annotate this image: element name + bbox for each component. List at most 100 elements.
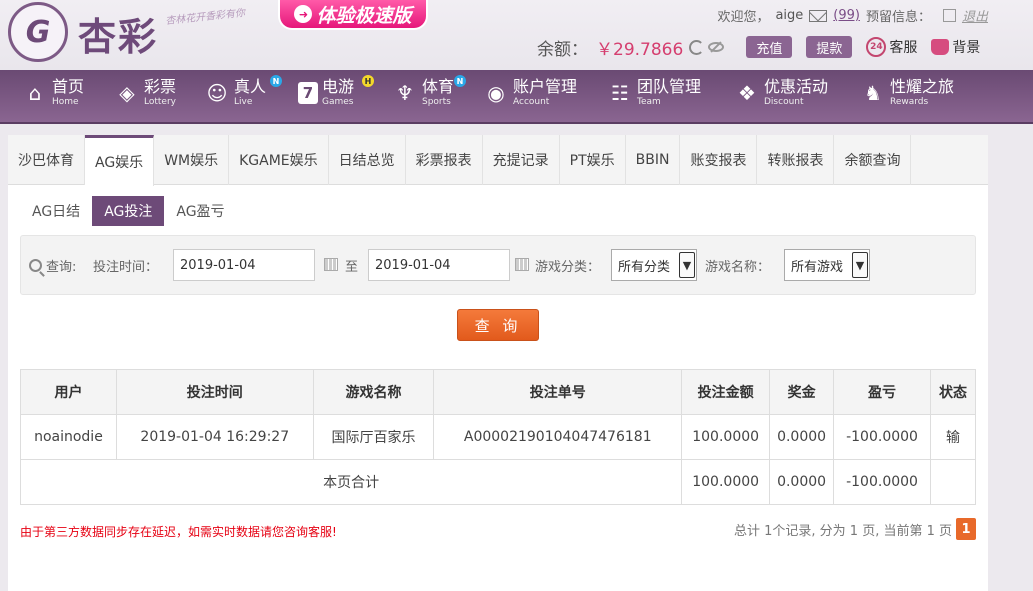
search-icon	[29, 258, 42, 272]
deposit-button[interactable]: 充值	[746, 36, 793, 58]
slot-icon: 7	[298, 82, 318, 104]
tab-daily-overview[interactable]: 日结总览	[329, 135, 406, 185]
filter-bar: 查询: 投注时间： 至 游戏分类： 所有分类 ▼ 游戏名称： 所有游戏 ▼	[20, 235, 976, 295]
tab-lottery-report[interactable]: 彩票报表	[406, 135, 483, 185]
edit-icon[interactable]	[942, 9, 956, 22]
col-game-name: 游戏名称	[312, 369, 435, 415]
nav-sub-label: Rewards	[890, 97, 929, 107]
site-header: G 杏彩 杏林花开香彩有你 ➜ 体验极速版 欢迎您， aige (99) 预留信…	[0, 0, 1033, 70]
speed-version-button[interactable]: ➜ 体验极速版	[278, 0, 428, 30]
tab-transfer-report[interactable]: 转账报表	[757, 135, 835, 185]
rewards-icon: ♞	[864, 81, 882, 105]
cell-bet-amount: 100.0000	[681, 414, 771, 460]
withdraw-button[interactable]: 提款	[806, 36, 853, 58]
query-label-group: 查询:	[29, 249, 76, 281]
category-select[interactable]: 所有分类 ▼	[611, 249, 697, 281]
category-select-value: 所有分类	[618, 259, 671, 275]
person-icon: ☺	[206, 81, 228, 105]
chevron-down-icon: ▼	[679, 252, 695, 278]
speed-version-label: 体验极速版	[316, 4, 412, 27]
hide-balance-icon[interactable]	[708, 42, 725, 52]
game-select[interactable]: 所有游戏 ▼	[784, 249, 870, 281]
pagination-summary: 总计 1个记录, 分为 1 页, 当前第 1 页	[733, 523, 952, 539]
ticket-icon: ◈	[119, 81, 135, 105]
speed-icon: ➜	[294, 5, 313, 23]
query-button[interactable]: 查 询	[457, 309, 539, 341]
chevron-down-icon: ▼	[852, 252, 868, 278]
col-status: 状态	[930, 369, 976, 415]
tab-account-change-report[interactable]: 账变报表	[680, 135, 758, 185]
background-link[interactable]: 背景	[931, 37, 980, 57]
cell-user: noainodie	[20, 414, 117, 460]
nav-label: 真人	[234, 77, 267, 96]
ag-subtabs: AG日结 AG投注 AG盈亏	[20, 196, 237, 226]
query-label: 查询:	[46, 259, 77, 275]
tab-balance-query[interactable]: 余额查询	[834, 135, 912, 185]
balance-value: ￥29.7866	[596, 39, 684, 60]
subtab-ag-bets[interactable]: AG投注	[92, 196, 165, 226]
hot-badge: H	[362, 75, 374, 87]
table-header-row: 用户 投注时间 游戏名称 投注单号 投注金额 奖金 盈亏 状态	[20, 369, 976, 415]
subtotal-profit: -100.0000	[833, 459, 931, 505]
content-panel: 沙巴体育 AG娱乐 WM娱乐 KGAME娱乐 日结总览 彩票报表 充提记录 PT…	[8, 135, 988, 591]
tab-deposit-withdraw-records[interactable]: 充提记录	[483, 135, 560, 185]
tab-saba-sports[interactable]: 沙巴体育	[8, 135, 85, 185]
nav-label: 性耀之旅	[890, 77, 955, 96]
nav-label: 电游	[322, 77, 355, 96]
nav-sub-label: Live	[234, 97, 253, 107]
logo-text[interactable]: 杏彩	[78, 6, 158, 61]
background-label: 背景	[952, 40, 981, 56]
logout-link[interactable]: 退出	[962, 6, 988, 25]
subtab-ag-daily[interactable]: AG日结	[20, 196, 92, 226]
nav-games[interactable]: 7 电游 Games H	[298, 75, 374, 107]
nav-sub-label: Account	[513, 97, 550, 107]
logo-mark-icon[interactable]: G	[8, 2, 68, 62]
tab-kgame-entertainment[interactable]: KGAME娱乐	[229, 135, 329, 185]
welcome-label: 欢迎您，	[717, 10, 770, 25]
subtotal-bonus: 0.0000	[769, 459, 835, 505]
bet-records-table: 用户 投注时间 游戏名称 投注单号 投注金额 奖金 盈亏 状态 noainodi…	[19, 369, 976, 505]
category-label: 游戏分类：	[535, 259, 601, 275]
bet-time-label: 投注时间：	[93, 259, 159, 275]
alert-label: 预留信息：	[865, 10, 931, 25]
refresh-icon[interactable]	[689, 39, 705, 55]
to-label: 至	[345, 259, 359, 275]
tab-wm-entertainment[interactable]: WM娱乐	[154, 135, 230, 185]
subtotal-amount: 100.0000	[681, 459, 771, 505]
tab-bbin[interactable]: BBIN	[626, 135, 681, 185]
calendar-icon[interactable]	[324, 258, 338, 271]
account-icon: ◉	[487, 81, 505, 105]
date-to-input[interactable]	[368, 249, 510, 281]
cell-profit: -100.0000	[833, 414, 931, 460]
nav-discount[interactable]: ❖ 优惠活动 Discount	[734, 79, 828, 107]
message-count-link[interactable]: (99)	[833, 8, 860, 23]
game-name-label: 游戏名称：	[705, 259, 771, 275]
tab-ag-entertainment[interactable]: AG娱乐	[85, 135, 155, 186]
mail-icon[interactable]	[809, 9, 828, 22]
customer-service-link[interactable]: 24 客服	[866, 37, 917, 57]
nav-lottery[interactable]: ◈ 彩票 Lottery	[114, 79, 176, 107]
game-select-value: 所有游戏	[791, 259, 844, 275]
col-order-no: 投注单号	[433, 369, 683, 415]
nav-account[interactable]: ◉ 账户管理 Account	[483, 79, 577, 107]
nav-rewards[interactable]: ♞ 性耀之旅 Rewards	[860, 79, 954, 107]
main-nav: ⌂ 首页 Home ◈ 彩票 Lottery ☺ 真人 Live N 7 电游 Game…	[0, 70, 1033, 124]
col-bet-time: 投注时间	[115, 369, 314, 415]
col-user: 用户	[20, 369, 117, 415]
pagination: 总计 1个记录, 分为 1 页, 当前第 1 页 1	[734, 518, 976, 540]
subtab-ag-profit[interactable]: AG盈亏	[164, 196, 236, 226]
date-from-input[interactable]	[173, 249, 315, 281]
nav-sports[interactable]: ♆ 体育 Sports N	[392, 75, 466, 107]
nav-live[interactable]: ☺ 真人 Live N	[204, 75, 282, 107]
shirt-icon	[931, 39, 950, 55]
page-button-current[interactable]: 1	[956, 518, 976, 540]
service-24-icon: 24	[866, 37, 887, 57]
nav-home[interactable]: ⌂ 首页 Home	[22, 79, 84, 107]
subtotal-label: 本页合计	[19, 459, 683, 505]
col-profit: 盈亏	[833, 369, 931, 415]
calendar-icon[interactable]	[515, 258, 529, 271]
balance-label: 余额：	[537, 39, 588, 60]
nav-team[interactable]: ☷ 团队管理 Team	[607, 79, 701, 107]
tab-pt-entertainment[interactable]: PT娱乐	[560, 135, 626, 185]
new-badge: N	[270, 75, 282, 87]
